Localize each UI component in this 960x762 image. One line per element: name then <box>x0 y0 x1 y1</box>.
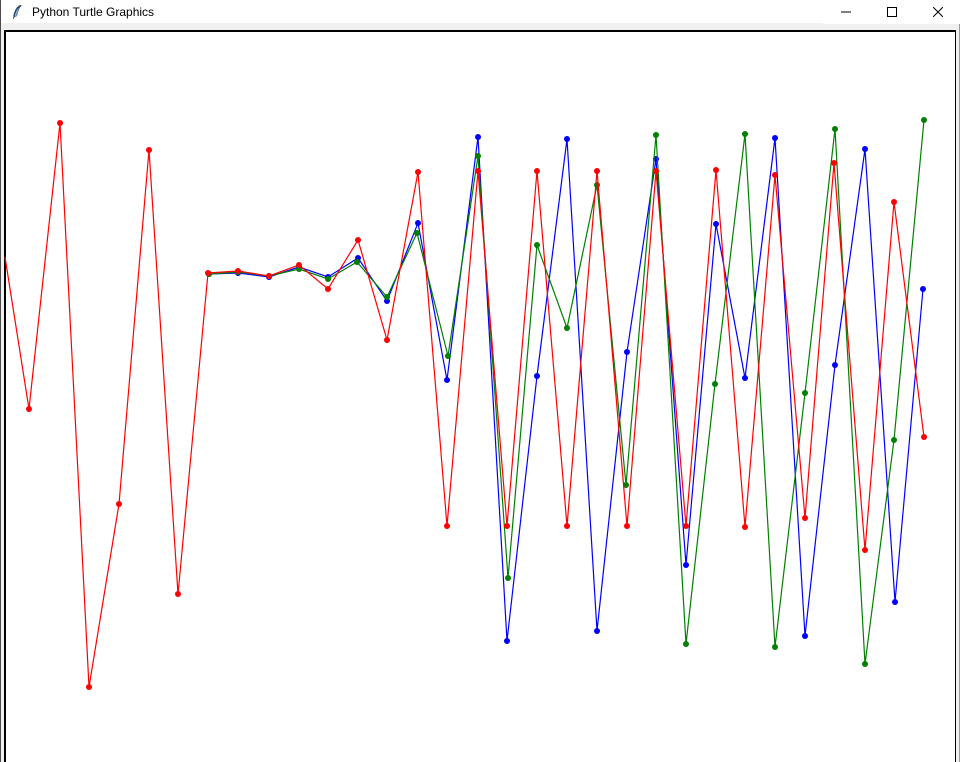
titlebar[interactable]: Python Turtle Graphics <box>1 0 960 24</box>
minimize-button[interactable] <box>823 0 869 24</box>
minimize-icon <box>841 7 851 17</box>
tk-feather-icon <box>10 4 26 20</box>
maximize-button[interactable] <box>869 0 915 24</box>
close-button[interactable] <box>915 0 960 24</box>
close-icon <box>933 7 943 17</box>
turtle-canvas <box>4 30 956 762</box>
turtle-graphics-window: { "window": { "title": "Python Turtle Gr… <box>0 0 960 762</box>
window-title: Python Turtle Graphics <box>32 0 154 24</box>
maximize-icon <box>887 7 897 17</box>
